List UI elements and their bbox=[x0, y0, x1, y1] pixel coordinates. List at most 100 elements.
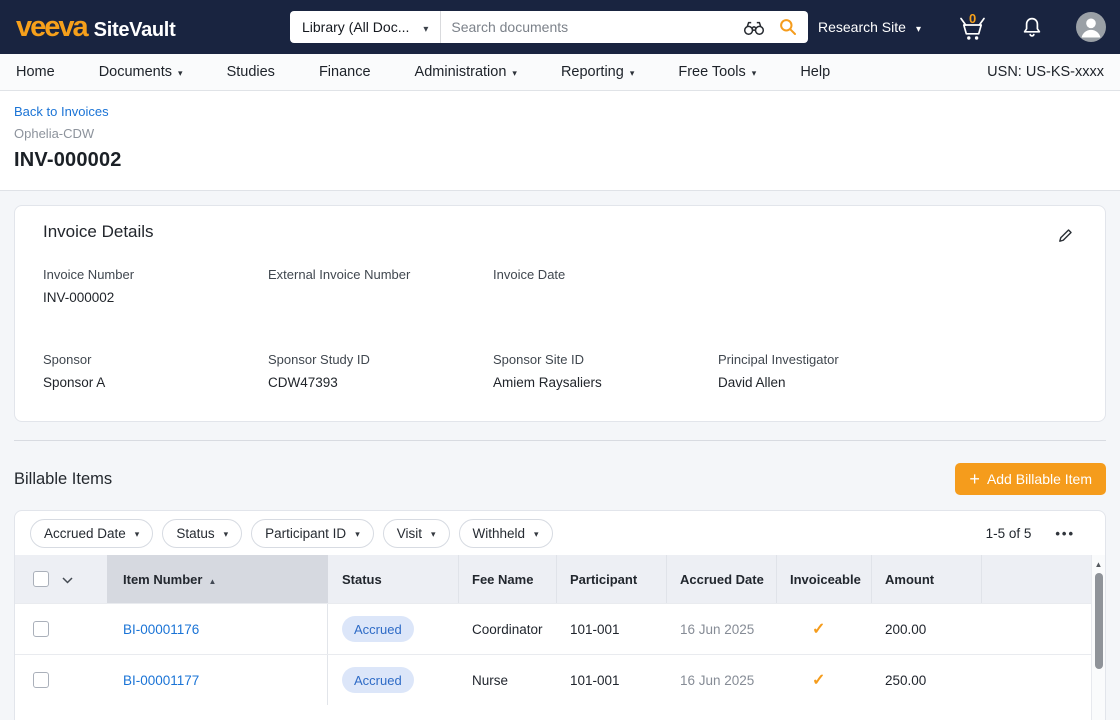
table-header-row: Item Number Status Fee Name Participant … bbox=[15, 555, 1105, 603]
table-scrollbar[interactable] bbox=[1091, 555, 1105, 720]
scroll-up-arrow-icon[interactable] bbox=[1092, 560, 1105, 569]
item-number-link[interactable]: BI-00001177 bbox=[123, 673, 199, 688]
chevron-down-icon bbox=[916, 20, 921, 35]
column-header-status[interactable]: Status bbox=[328, 555, 458, 603]
nav-item-administration[interactable]: Administration bbox=[415, 64, 517, 80]
amount-cell: 250.00 bbox=[871, 655, 981, 705]
search-scope-label: Library (All Doc... bbox=[302, 19, 409, 35]
billable-items-heading: Billable Items bbox=[14, 470, 112, 489]
chevron-down-icon bbox=[534, 526, 539, 540]
field-principal-investigator: Principal Investigator David Allen bbox=[718, 352, 943, 391]
filter-status[interactable]: Status bbox=[162, 519, 242, 548]
search-scope-dropdown[interactable]: Library (All Doc... bbox=[290, 11, 441, 43]
status-badge: Accrued bbox=[342, 667, 414, 693]
chevron-down-icon bbox=[355, 526, 360, 540]
usn-label: USN: US-KS-xxxx bbox=[987, 64, 1104, 80]
participant-cell: 101-001 bbox=[556, 604, 666, 654]
nav-item-free-tools[interactable]: Free Tools bbox=[678, 64, 756, 80]
row-checkbox[interactable] bbox=[33, 672, 49, 688]
notifications-bell-icon[interactable] bbox=[1020, 15, 1044, 40]
fee-name-cell: Coordinator bbox=[458, 604, 556, 654]
chevron-down-icon bbox=[630, 65, 635, 80]
veeva-sitevault-logo[interactable]: veeva SiteVault bbox=[16, 13, 175, 42]
chevron-down-icon bbox=[752, 65, 757, 80]
filter-withheld[interactable]: Withheld bbox=[459, 519, 553, 548]
nav-item-reporting[interactable]: Reporting bbox=[561, 64, 634, 80]
table-pagination: 1-5 of 5 ••• bbox=[986, 526, 1075, 541]
status-badge: Accrued bbox=[342, 616, 414, 642]
checkmark-icon: ✓ bbox=[812, 670, 825, 690]
table-filter-bar: Accrued Date Status Participant ID Visit… bbox=[15, 511, 1105, 555]
search-input[interactable] bbox=[441, 19, 743, 35]
checkmark-icon: ✓ bbox=[812, 619, 825, 639]
billable-items-table-card: Accrued Date Status Participant ID Visit… bbox=[14, 510, 1106, 720]
topbar-actions: 0 bbox=[957, 0, 1106, 54]
scrollbar-thumb[interactable] bbox=[1095, 573, 1103, 669]
main-nav: Home Documents Studies Finance Administr… bbox=[0, 54, 1120, 91]
chevron-down-icon bbox=[512, 65, 517, 80]
item-number-cell: BI-00001177 bbox=[107, 655, 328, 705]
column-header-fee-name[interactable]: Fee Name bbox=[458, 555, 556, 603]
field-invoice-number: Invoice Number INV-000002 bbox=[43, 267, 268, 306]
nav-item-documents[interactable]: Documents bbox=[99, 64, 183, 80]
nav-item-studies[interactable]: Studies bbox=[227, 64, 275, 80]
nav-item-finance[interactable]: Finance bbox=[319, 64, 371, 80]
edit-pencil-icon[interactable] bbox=[1054, 224, 1077, 250]
advanced-search-binoculars-icon[interactable] bbox=[743, 18, 765, 36]
nav-item-home[interactable]: Home bbox=[16, 64, 55, 80]
accrued-date-cell: 16 Jun 2025 bbox=[666, 655, 776, 705]
row-select-cell bbox=[15, 655, 107, 705]
add-billable-item-button[interactable]: Add Billable Item bbox=[955, 463, 1106, 495]
column-header-amount[interactable]: Amount bbox=[871, 555, 981, 603]
field-sponsor-study-id: Sponsor Study ID CDW47393 bbox=[268, 352, 493, 391]
status-cell: Accrued bbox=[328, 604, 458, 654]
filter-visit[interactable]: Visit bbox=[383, 519, 450, 548]
back-to-invoices-link[interactable]: Back to Invoices bbox=[14, 104, 109, 119]
status-cell: Accrued bbox=[328, 655, 458, 705]
table-row: BI-00001177 Accrued Nurse 101-001 16 Jun… bbox=[15, 654, 1105, 705]
filter-accrued-date[interactable]: Accrued Date bbox=[30, 519, 153, 548]
select-all-cell bbox=[15, 555, 107, 603]
table-row: BI-00001176 Accrued Coordinator 101-001 … bbox=[15, 603, 1105, 654]
table-more-actions-icon[interactable]: ••• bbox=[1055, 527, 1075, 540]
search-icon[interactable] bbox=[778, 17, 798, 37]
chevron-down-icon bbox=[431, 526, 436, 540]
item-number-cell: BI-00001176 bbox=[107, 604, 328, 654]
user-avatar[interactable] bbox=[1076, 12, 1106, 42]
cart-icon[interactable]: 0 bbox=[957, 14, 988, 41]
field-sponsor-site-id: Sponsor Site ID Amiem Raysaliers bbox=[493, 352, 718, 391]
invoiceable-cell: ✓ bbox=[776, 604, 871, 654]
invoice-fields-row-2: Sponsor Sponsor A Sponsor Study ID CDW47… bbox=[43, 352, 1077, 391]
column-header-invoiceable[interactable]: Invoiceable bbox=[776, 555, 871, 603]
nav-item-help[interactable]: Help bbox=[800, 64, 830, 80]
item-number-link[interactable]: BI-00001176 bbox=[123, 622, 199, 637]
amount-cell: 200.00 bbox=[871, 604, 981, 654]
top-bar: veeva SiteVault Library (All Doc... bbox=[0, 0, 1120, 54]
row-select-cell bbox=[15, 604, 107, 654]
field-external-invoice-number: External Invoice Number bbox=[268, 267, 493, 306]
sitevault-wordmark: SiteVault bbox=[94, 19, 176, 42]
cart-count-badge: 0 bbox=[969, 11, 976, 26]
column-header-participant[interactable]: Participant bbox=[556, 555, 666, 603]
fee-name-cell: Nurse bbox=[458, 655, 556, 705]
invoice-fields-row-1: Invoice Number INV-000002 External Invoi… bbox=[43, 267, 1077, 306]
spacer-cell bbox=[981, 604, 1105, 654]
column-header-accrued-date[interactable]: Accrued Date bbox=[666, 555, 776, 603]
invoice-details-card: Invoice Details Invoice Number INV-00000… bbox=[14, 205, 1106, 422]
global-search-bar: Library (All Doc... bbox=[290, 11, 808, 43]
participant-cell: 101-001 bbox=[556, 655, 666, 705]
column-header-item-number[interactable]: Item Number bbox=[107, 555, 328, 603]
spacer-cell bbox=[981, 655, 1105, 705]
select-all-checkbox[interactable] bbox=[33, 571, 49, 587]
chevron-down-icon bbox=[178, 65, 183, 80]
select-options-chevron-icon[interactable] bbox=[62, 572, 73, 587]
site-selector-label: Research Site bbox=[818, 19, 906, 35]
site-selector-dropdown[interactable]: Research Site bbox=[818, 0, 921, 54]
study-subtitle: Ophelia-CDW bbox=[14, 126, 1106, 141]
column-header-spacer bbox=[981, 555, 1105, 603]
invoice-details-heading: Invoice Details bbox=[43, 222, 1077, 242]
filter-participant-id[interactable]: Participant ID bbox=[251, 519, 374, 548]
main-content: Invoice Details Invoice Number INV-00000… bbox=[0, 191, 1120, 720]
chevron-down-icon bbox=[135, 526, 140, 540]
row-checkbox[interactable] bbox=[33, 621, 49, 637]
